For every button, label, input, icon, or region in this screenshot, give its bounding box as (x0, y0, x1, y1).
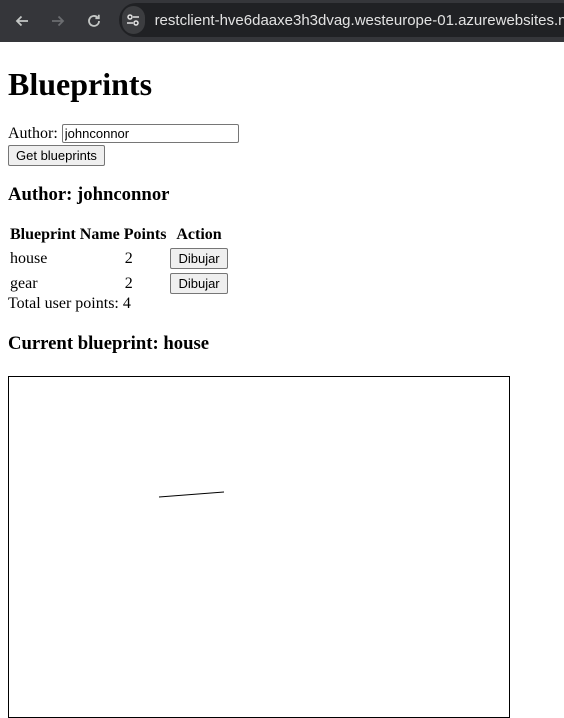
reload-button[interactable] (76, 3, 112, 39)
arrow-left-icon (15, 15, 28, 27)
blueprint-line (158, 491, 225, 498)
header-action: Action (176, 226, 222, 243)
forward-button[interactable] (40, 3, 76, 39)
blueprint-points: 2 (124, 249, 133, 267)
canvas-container (8, 376, 510, 718)
back-button[interactable] (4, 3, 40, 39)
page-content: Blueprints Author: Get blueprints Author… (7, 42, 564, 718)
arrow-right-icon (52, 15, 65, 27)
page-title: Blueprints (8, 66, 153, 102)
header-blueprint-name: Blueprint Name (10, 226, 120, 243)
table-header-row: Blueprint Name Points Action (9, 225, 229, 245)
author-label: Author: (8, 125, 58, 142)
blueprint-name: house (10, 249, 48, 267)
blueprints-table: Blueprint Name Points Action house 2 Dib… (7, 223, 231, 297)
get-blueprints-button[interactable]: Get blueprints (8, 145, 105, 166)
drawing-canvas[interactable] (8, 376, 510, 718)
draw-button[interactable]: Dibujar (170, 273, 228, 294)
tune-icon (127, 14, 140, 26)
table-row: gear 2 Dibujar (9, 272, 229, 295)
url-text[interactable]: restclient-hve6daaxe3h3dvag.westeurope-0… (155, 12, 564, 29)
total-points: Total user points: 4 (8, 295, 131, 312)
blueprint-name: gear (10, 274, 38, 292)
table-row: house 2 Dibujar (9, 247, 229, 270)
reload-icon (88, 14, 100, 27)
author-input[interactable] (61, 124, 239, 143)
address-bar[interactable]: restclient-hve6daaxe3h3dvag.westeurope-0… (119, 3, 564, 37)
author-heading: Author: johnconnor (8, 184, 170, 205)
site-info-button[interactable] (122, 6, 145, 34)
draw-button[interactable]: Dibujar (170, 248, 228, 269)
current-blueprint-heading: Current blueprint: house (8, 333, 210, 354)
author-form: Author: (8, 123, 564, 144)
header-points: Points (123, 226, 167, 243)
browser-toolbar: restclient-hve6daaxe3h3dvag.westeurope-0… (0, 0, 564, 42)
blueprint-points: 2 (124, 274, 133, 292)
